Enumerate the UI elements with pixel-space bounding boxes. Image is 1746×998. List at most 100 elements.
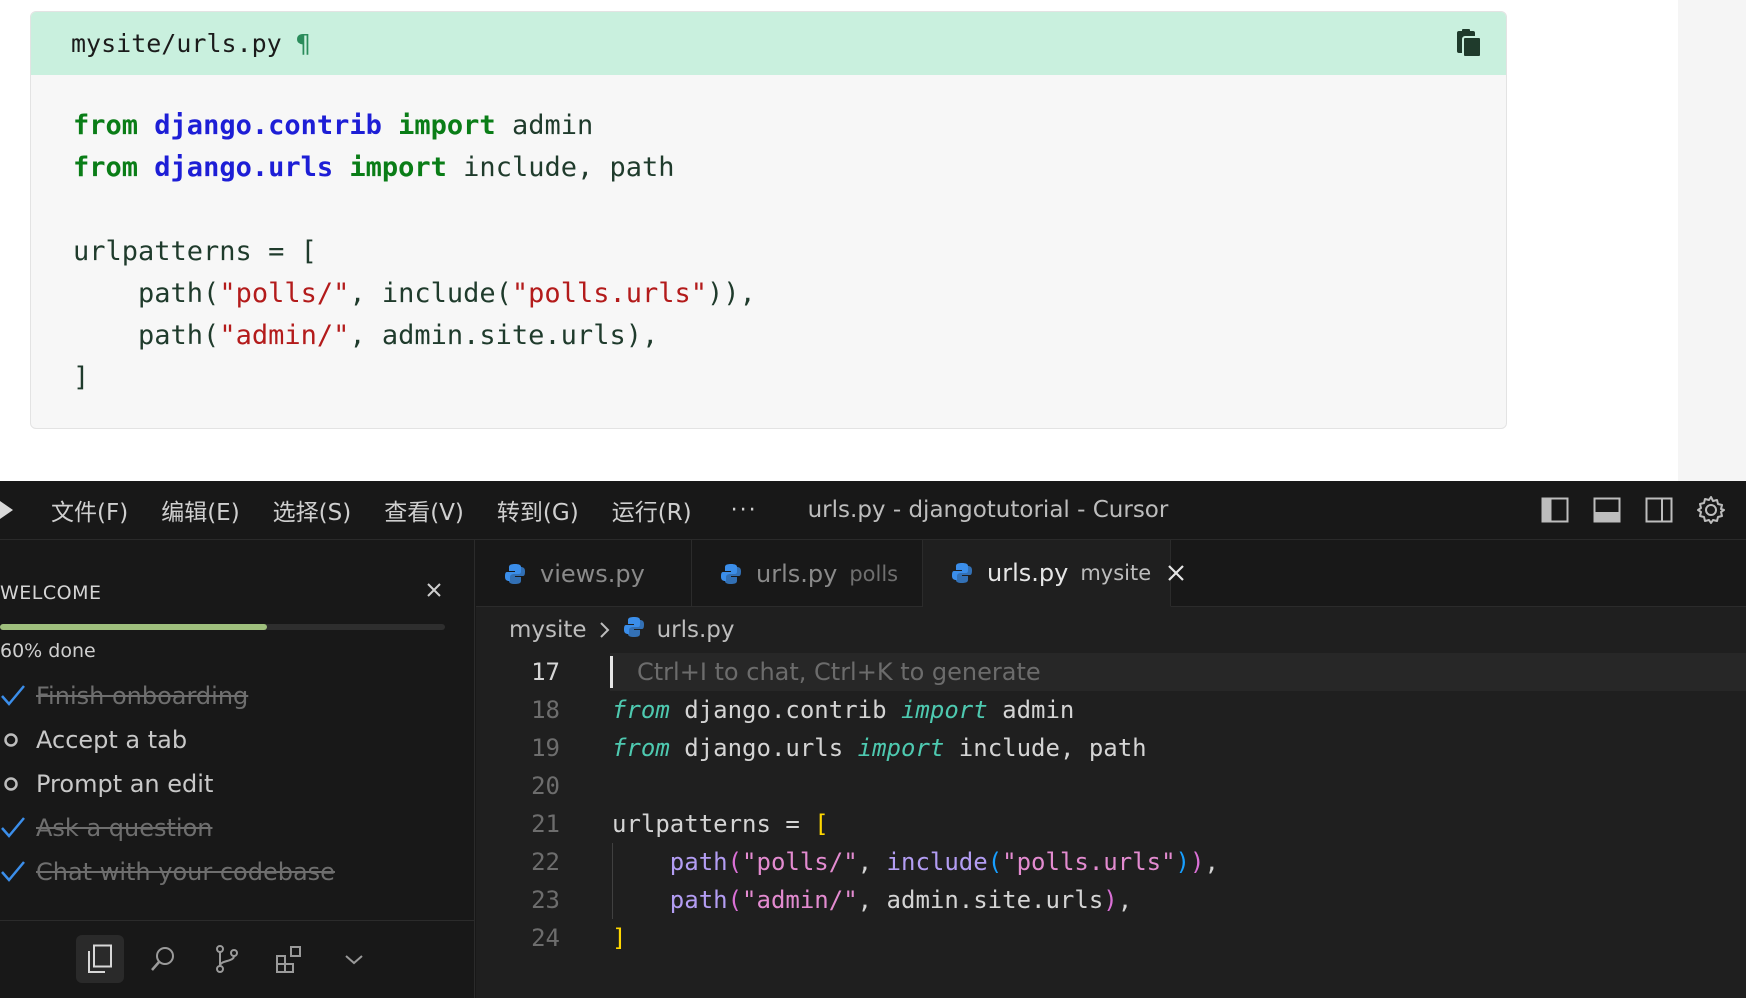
code-token: path xyxy=(669,848,728,876)
ai-hint-placeholder: Ctrl+I to chat, Ctrl+K to generate xyxy=(637,658,1041,686)
menu-item[interactable]: 转到(G) xyxy=(497,493,579,527)
code-token: include xyxy=(886,848,988,876)
code-line: path("admin/", admin.site.urls), xyxy=(73,315,1506,357)
code-token: from xyxy=(612,696,670,724)
close-welcome-icon[interactable] xyxy=(422,578,446,602)
code-token: import xyxy=(398,110,496,141)
code-token: , xyxy=(1117,886,1133,914)
settings-gear-icon[interactable] xyxy=(1694,493,1728,527)
menu-item[interactable]: 查看(V) xyxy=(384,493,464,527)
python-file-icon xyxy=(623,616,645,644)
more-views-chevron-down-icon[interactable] xyxy=(330,935,378,983)
checkmark-icon xyxy=(0,813,36,843)
checklist-item[interactable]: Prompt an edit xyxy=(0,762,470,806)
code-block-body: from django.contrib import admin from dja… xyxy=(31,75,1506,399)
documentation-area: mysite/urls.py ¶ from django.contrib imp… xyxy=(0,0,1746,481)
code-block-filename: mysite/urls.py xyxy=(71,29,282,58)
code-editor[interactable]: 17 18 19 20 21 22 23 24 Ctrl+I to chat, Ctrl+K … xyxy=(476,653,1746,998)
line-number-gutter: 17 18 19 20 21 22 23 24 xyxy=(476,653,566,957)
code-line: urlpatterns = [ xyxy=(73,231,1506,273)
cursor-logo-icon[interactable] xyxy=(0,497,14,523)
code-token: "polls/" xyxy=(742,848,858,876)
tab-label: urls.py xyxy=(987,559,1069,587)
code-line[interactable]: Ctrl+I to chat, Ctrl+K to generate xyxy=(610,653,1746,691)
close-tab-icon[interactable] xyxy=(1165,562,1187,584)
breadcrumb-file[interactable]: urls.py xyxy=(657,617,735,643)
code-token: ] xyxy=(612,924,627,952)
permalink-pilcrow[interactable]: ¶ xyxy=(296,29,311,58)
editor-tab[interactable]: urls.py mysite xyxy=(923,540,1184,607)
toggle-primary-sidebar-icon[interactable] xyxy=(1538,493,1572,527)
checkmark-icon xyxy=(0,681,36,711)
code-block-header: mysite/urls.py ¶ xyxy=(31,12,1506,75)
code-line[interactable]: from django.urls import include, path xyxy=(612,729,1746,767)
explorer-icon[interactable] xyxy=(76,935,124,983)
code-token: from xyxy=(73,110,139,141)
checklist-item[interactable]: Finish onboarding xyxy=(0,674,470,718)
code-token: , xyxy=(1204,848,1219,876)
editor-tab[interactable]: views.py xyxy=(476,540,692,607)
code-line: from django.contrib import admin xyxy=(73,105,1506,147)
line-number: 18 xyxy=(531,696,560,724)
code-token: include, path xyxy=(944,734,1147,762)
tab-description: mysite xyxy=(1080,561,1152,585)
menu-item[interactable]: 选择(S) xyxy=(273,493,352,527)
checklist-item-label: Accept a tab xyxy=(36,726,188,754)
code-token: "polls/" xyxy=(219,278,350,309)
code-token: "polls.urls" xyxy=(1002,848,1176,876)
copy-icon[interactable] xyxy=(1454,29,1484,59)
code-token: path( xyxy=(73,320,220,351)
tab-label: views.py xyxy=(540,559,645,588)
code-lines[interactable]: Ctrl+I to chat, Ctrl+K to generate from d… xyxy=(610,653,1746,957)
code-line[interactable]: ] xyxy=(612,919,1746,957)
code-token: path( xyxy=(73,278,220,309)
code-line[interactable]: from django.contrib import admin xyxy=(612,691,1746,729)
code-token: , admin.site.urls), xyxy=(349,320,659,351)
line-number: 19 xyxy=(531,734,560,762)
window-title: urls.py - djangotutorial - Cursor xyxy=(807,497,1169,523)
editor-tab[interactable]: urls.py polls xyxy=(692,540,923,607)
code-token: )), xyxy=(707,278,756,309)
menu-item[interactable]: 文件(F) xyxy=(51,493,128,527)
menu-item[interactable]: 运行(R) xyxy=(612,493,692,527)
code-token: django.contrib xyxy=(669,696,901,724)
checklist-item-label: Chat with your codebase xyxy=(36,858,335,886)
line-number: 23 xyxy=(531,886,560,914)
code-token: urlpatterns = [ xyxy=(73,236,317,267)
tab-description: polls xyxy=(849,561,899,586)
code-line[interactable]: path("admin/", admin.site.urls), xyxy=(612,881,1746,919)
search-icon[interactable] xyxy=(139,935,187,983)
checklist-item[interactable]: Chat with your codebase xyxy=(0,850,470,894)
checklist-item-label: Prompt an edit xyxy=(36,770,214,798)
code-token: "admin/" xyxy=(219,320,350,351)
code-token: admin xyxy=(495,110,594,141)
line-number: 20 xyxy=(531,772,560,800)
line-number: 17 xyxy=(531,658,560,686)
toggle-secondary-sidebar-icon[interactable] xyxy=(1642,493,1676,527)
code-token: import xyxy=(349,152,447,183)
checklist-item[interactable]: Ask a question xyxy=(0,806,470,850)
checklist-item[interactable]: Accept a tab xyxy=(0,718,470,762)
onboarding-progress-bar xyxy=(0,624,445,630)
code-token: django.urls xyxy=(669,734,858,762)
onboarding-progress-fill xyxy=(0,624,267,630)
activity-bar xyxy=(0,920,475,998)
breadcrumb-folder[interactable]: mysite xyxy=(509,617,587,643)
toggle-panel-icon[interactable] xyxy=(1590,493,1624,527)
code-line[interactable]: path("polls/", include("polls.urls")), xyxy=(612,843,1746,881)
source-control-icon[interactable] xyxy=(203,935,251,983)
extensions-icon[interactable] xyxy=(266,935,314,983)
menu-item[interactable]: 编辑(E) xyxy=(161,493,239,527)
code-token: "admin/" xyxy=(742,886,858,914)
code-line[interactable]: urlpatterns = [ xyxy=(612,805,1746,843)
code-token: django.contrib xyxy=(154,110,382,141)
code-line: path("polls/", include("polls.urls")), xyxy=(73,273,1506,315)
code-token: ( xyxy=(727,848,743,876)
page-scroll-strip xyxy=(1678,0,1746,481)
menu-more-button[interactable]: ··· xyxy=(731,498,758,523)
text-cursor xyxy=(610,656,613,688)
code-line[interactable] xyxy=(612,767,1746,805)
